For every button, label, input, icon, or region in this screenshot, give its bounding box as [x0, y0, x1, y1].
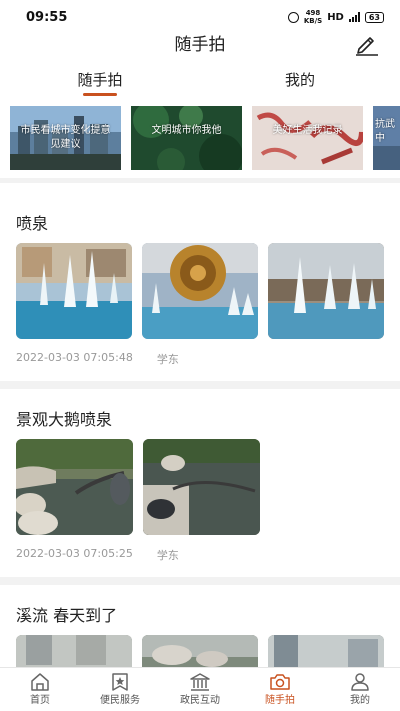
user-icon: [351, 673, 369, 691]
nav-label: 便民服务: [100, 695, 140, 706]
nav-services[interactable]: 便民服务: [80, 668, 160, 711]
topic-label: 美好生活我记录: [272, 125, 343, 136]
nav-label: 我的: [350, 695, 370, 706]
tab-suishoupai[interactable]: 随手拍: [0, 66, 200, 98]
edit-button[interactable]: [354, 32, 380, 56]
post-photo[interactable]: [143, 439, 260, 535]
nav-home[interactable]: 首页: [0, 668, 80, 711]
post-photo[interactable]: [16, 243, 132, 339]
topic-image: [131, 106, 242, 170]
network-speed-unit: KB/S: [303, 17, 323, 25]
post-meta: 2022-03-03 07:05:25 学东: [16, 535, 384, 577]
tab-bar: 随手拍 我的: [0, 66, 400, 98]
camera-icon: [270, 674, 290, 690]
edit-icon: [356, 37, 378, 56]
nav-label: 首页: [30, 695, 50, 706]
hd-indicator: HD: [327, 11, 344, 23]
topic-label: 文明城市你我他: [151, 125, 222, 136]
post-title: 喷泉: [16, 214, 49, 233]
bookmark-star-icon: [112, 673, 128, 691]
network-speed-value: 498: [305, 9, 321, 17]
status-bar: 09:55 498 KB/S HD 63: [0, 0, 400, 34]
nav-label: 政民互动: [180, 695, 220, 706]
post-title: 景观大鹅喷泉: [16, 410, 113, 429]
post-title: 溪流 春天到了: [16, 606, 118, 625]
post-feed: 喷泉 2022-03-03 07:05:48 学东 景观大鹅喷泉 2022-03…: [0, 183, 400, 711]
status-time: 09:55: [26, 9, 68, 25]
post-photo[interactable]: [142, 243, 258, 339]
topic-card[interactable]: 市民看城市变化提意见建议: [10, 106, 121, 170]
nav-suishoupai[interactable]: 随手拍: [240, 668, 320, 711]
post-author: 学东: [156, 549, 179, 562]
topic-carousel: 市民看城市变化提意见建议 文明城市你我他 美好生活我记录 抗武中: [0, 98, 400, 178]
tab-mine[interactable]: 我的: [200, 66, 400, 98]
topic-image: [252, 106, 363, 170]
post-meta: 2022-03-03 07:05:48 学东: [16, 339, 384, 381]
post-photo[interactable]: [16, 439, 133, 535]
topic-card[interactable]: 美好生活我记录: [252, 106, 363, 170]
nav-label: 随手拍: [265, 695, 295, 706]
post-item[interactable]: 景观大鹅喷泉 2022-03-03 07:05:25 学东: [0, 389, 400, 577]
status-icons: 498 KB/S HD 63: [287, 9, 384, 25]
app-header: 随手拍: [0, 34, 400, 66]
topic-card[interactable]: 文明城市你我他: [131, 106, 242, 170]
alarm-icon: [287, 11, 299, 23]
government-building-icon: [190, 673, 210, 691]
signal-icon: [348, 12, 360, 22]
nav-mine[interactable]: 我的: [320, 668, 400, 711]
network-speed: 498 KB/S: [304, 9, 322, 25]
photo-row: [16, 439, 384, 535]
topic-label: 抗武中: [375, 119, 395, 144]
battery-icon: 63: [364, 11, 384, 23]
nav-interaction[interactable]: 政民互动: [160, 668, 240, 711]
bottom-nav: 首页 便民服务 政民互动 随手拍 我的: [0, 667, 400, 711]
post-photo[interactable]: [268, 243, 384, 339]
post-date: 2022-03-03 07:05:25: [16, 547, 133, 560]
post-date: 2022-03-03 07:05:48: [16, 351, 133, 364]
page-title: 随手拍: [174, 35, 226, 55]
home-icon: [31, 673, 49, 691]
topic-label: 市民看城市变化提意见建议: [20, 125, 111, 150]
post-item[interactable]: 喷泉 2022-03-03 07:05:48 学东: [0, 183, 400, 381]
post-author: 学东: [156, 353, 179, 366]
photo-row: [16, 243, 384, 339]
topic-card[interactable]: 抗武中: [373, 106, 400, 170]
